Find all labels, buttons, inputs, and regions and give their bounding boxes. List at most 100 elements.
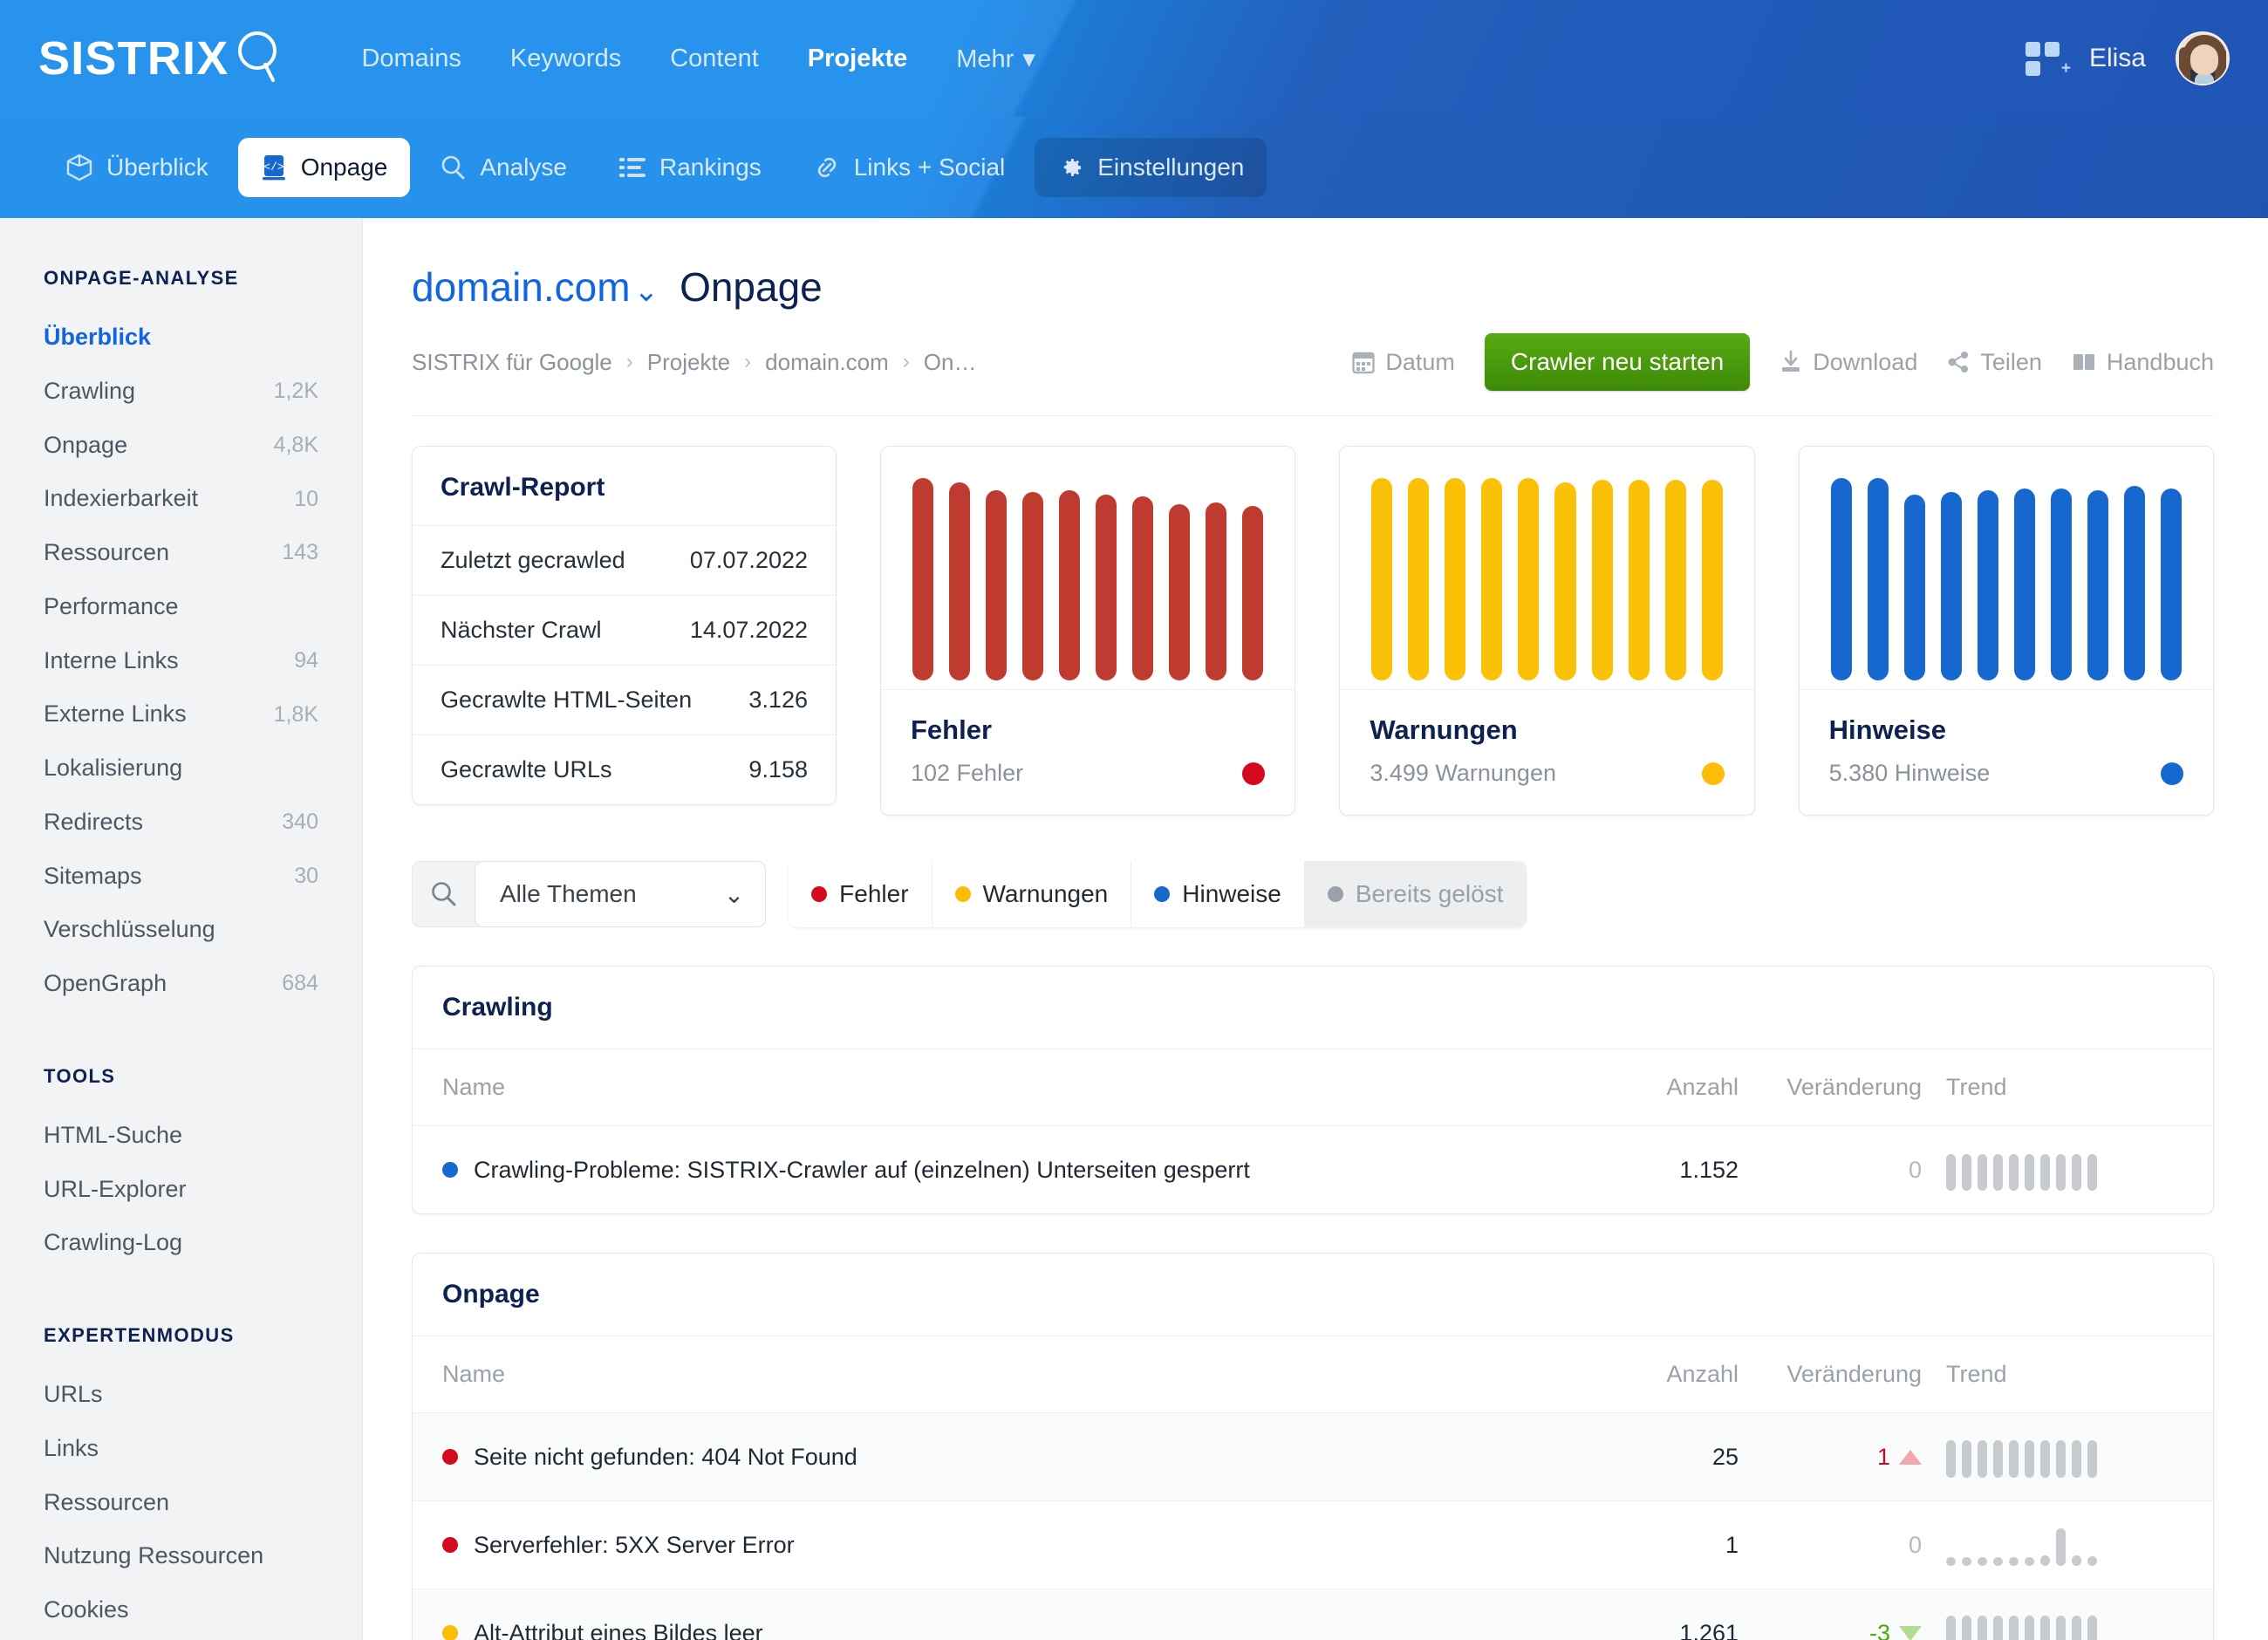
sidebar-item-externe-links[interactable]: Externe Links 1,8K [0,687,362,741]
user-name-label[interactable]: Elisa [2089,44,2146,73]
filter-tab-warnungen[interactable]: Warnungen [932,861,1132,927]
chart-bar [1554,482,1576,680]
sidebar-item-opengraph[interactable]: OpenGraph 684 [0,957,362,1011]
subnav-item-einstellungen[interactable]: Einstellungen [1035,138,1267,197]
nav-projekte[interactable]: Projekte [783,36,932,82]
column-header-trend[interactable]: Trend [1922,1074,2183,1101]
trend-bar [2056,1439,2066,1478]
chevron-down-icon[interactable]: ⌄ [634,274,659,309]
table-row[interactable]: Seite nicht gefunden: 404 Not Found 25 1 [413,1412,2213,1500]
sidebar-item-ressourcen[interactable]: Ressourcen 143 [0,526,362,580]
table-row[interactable]: Serverfehler: 5XX Server Error 1 0 [413,1500,2213,1589]
share-icon [1947,350,1970,374]
sidebar-item-ressourcen-expert[interactable]: Ressourcen [0,1476,362,1530]
table-row[interactable]: Crawling-Probleme: SISTRIX-Crawler auf (… [413,1125,2213,1213]
sidebar-item-url-explorer[interactable]: URL-Explorer [0,1163,362,1217]
sidebar-item-verschluesselung[interactable]: Verschlüsselung [0,903,362,957]
body: ONPAGE-ANALYSE Überblick Crawling 1,2K On… [0,218,2268,1640]
sidebar-item-uberblick[interactable]: Überblick [0,311,362,365]
severity-filter-group: Fehler Warnungen Hinweise Bereits gelöst [789,861,1527,927]
trend-bar [1993,1557,2003,1566]
row-change: 0 [1908,1531,1922,1558]
stat-card-hinweise[interactable]: Hinweise 5.380 Hinweise [1798,446,2214,816]
nav-mehr[interactable]: Mehr ▾ [932,35,1060,83]
cube-icon [66,154,92,181]
sidebar-item-interne-links[interactable]: Interne Links 94 [0,634,362,688]
filter-bar: Alle Themen ⌄ Fehler Warnungen Hinweise … [412,861,2214,927]
subnav-label: Onpage [300,154,388,181]
breadcrumb-item-0[interactable]: SISTRIX für Google [412,349,612,376]
stat-card-fehler[interactable]: Fehler 102 Fehler [880,446,1296,816]
download-button[interactable]: Download [1780,349,1917,376]
trend-bar [1978,1439,1987,1478]
breadcrumb-item-1[interactable]: Projekte [647,349,730,376]
sidebar-item-onpage[interactable]: Onpage 4,8K [0,419,362,473]
sidebar-item-nutzung-ressourcen[interactable]: Nutzung Ressourcen [0,1529,362,1583]
stat-card-warnungen[interactable]: Warnungen 3.499 Warnungen [1339,446,1755,816]
chart-bar [1445,478,1466,680]
share-label: Teilen [1980,348,2042,375]
sidebar-item-lokalisierung[interactable]: Lokalisierung [0,741,362,796]
trend-bar [1978,1557,1987,1566]
sidebar-item-crawling-log[interactable]: Crawling-Log [0,1216,362,1270]
status-dot [1154,886,1171,902]
column-header-trend[interactable]: Trend [1922,1361,2183,1388]
domain-selector[interactable]: domain.com [412,263,631,311]
subnav-label: Überblick [106,154,208,181]
column-header-veraenderung[interactable]: Veränderung [1739,1361,1922,1388]
trend-bar [1978,1153,1987,1191]
sidebar-item-html-suche[interactable]: HTML-Suche [0,1109,362,1163]
share-button[interactable]: Teilen [1947,349,2042,376]
breadcrumb-separator: › [744,350,752,373]
sidebar-item-indexierbarkeit[interactable]: Indexierbarkeit 10 [0,472,362,526]
stat-card-subtitle: 102 Fehler [911,760,1024,786]
recrawl-button[interactable]: Crawler neu starten [1484,333,1751,391]
sidebar-item-links[interactable]: Links [0,1422,362,1476]
nav-keywords[interactable]: Keywords [486,36,646,82]
sidebar-item-sitemaps[interactable]: Sitemaps 30 [0,850,362,904]
search-icon[interactable] [412,880,475,908]
sidebar-item-urls[interactable]: URLs [0,1368,362,1422]
date-button[interactable]: Datum [1352,349,1455,376]
subnav-label: Einstellungen [1097,154,1245,181]
trend-bar [2009,1439,2019,1478]
sidebar-heading-expertenmodus: EXPERTENMODUS [44,1324,235,1346]
grid-plus-icon[interactable]: + [2025,41,2071,77]
trend-bar [1962,1439,1971,1478]
subnav-item-links-social[interactable]: Links + Social [791,138,1028,197]
status-dot-fehler [1242,762,1266,785]
column-header-veraenderung[interactable]: Veränderung [1739,1074,1922,1101]
gear-icon [1057,154,1083,181]
sidebar-item-cookies[interactable]: Cookies [0,1583,362,1637]
subnav-item-onpage[interactable]: </> Onpage [237,138,411,197]
column-header-anzahl[interactable]: Anzahl [1555,1361,1739,1388]
chart-bar [949,482,971,680]
subnav-item-uberblick[interactable]: Überblick [44,138,231,197]
table-row[interactable]: Alt-Attribut eines Bildes leer 1.261 -3 [413,1589,2213,1640]
sidebar-item-redirects[interactable]: Redirects 340 [0,796,362,850]
filter-tab-hinweise[interactable]: Hinweise [1131,861,1305,927]
row-trend [1922,1612,2183,1640]
sidebar-item-performance[interactable]: Performance [0,580,362,634]
filter-tab-fehler[interactable]: Fehler [789,861,932,927]
brand-logo[interactable]: SISTRIX [38,30,284,88]
breadcrumb-item-2[interactable]: domain.com [765,349,889,376]
filter-tab-bereits-geloest[interactable]: Bereits gelöst [1304,861,1527,927]
trend-bar [1962,1557,1971,1566]
topic-select[interactable]: Alle Themen ⌄ [475,861,767,927]
nav-content[interactable]: Content [646,36,783,82]
manual-button[interactable]: Handbuch [2072,349,2214,376]
chart-bar [1408,478,1430,680]
breadcrumb-item-3[interactable]: On… [924,349,977,376]
trend-bar [2009,1153,2019,1191]
nav-domains[interactable]: Domains [337,36,485,82]
subnav-item-rankings[interactable]: Rankings [597,138,784,197]
subnav-item-analyse[interactable]: Analyse [417,138,590,197]
trend-bar [2072,1555,2081,1566]
column-header-anzahl[interactable]: Anzahl [1555,1074,1739,1101]
sidebar-item-crawling[interactable]: Crawling 1,2K [0,365,362,419]
avatar[interactable] [2176,31,2230,85]
page-toolbar: Datum Crawler neu starten Download Teile… [1352,333,2214,391]
trend-bar [2025,1615,2034,1640]
table-header-row: Name Anzahl Veränderung Trend [413,1336,2213,1412]
